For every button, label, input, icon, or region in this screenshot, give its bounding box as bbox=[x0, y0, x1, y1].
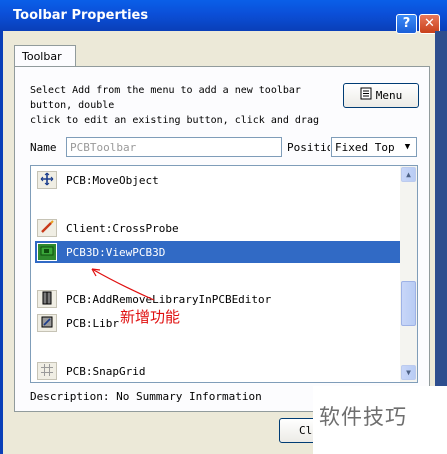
name-input[interactable]: PCBToolbar bbox=[66, 137, 282, 157]
list-item-label: PCB:AddRemoveLibraryInPCBEditor bbox=[66, 293, 272, 306]
menu-button[interactable]: Menu bbox=[343, 83, 419, 108]
library-book-icon bbox=[37, 290, 57, 308]
name-label: Name bbox=[30, 141, 57, 154]
list-item-selected[interactable]: PCB3D:ViewPCB3D bbox=[35, 241, 401, 263]
list-item-label: PCB:Libr bbox=[66, 317, 119, 330]
instructions-text: Select Add from the menu to add a new to… bbox=[30, 83, 330, 128]
list-item[interactable]: PCB:AddRemoveLibraryInPCBEditor bbox=[35, 288, 401, 310]
instructions-line-2: button, double bbox=[30, 100, 115, 111]
chevron-down-icon[interactable]: ▼ bbox=[400, 139, 415, 155]
list-item[interactable]: PCB:SnapGrid bbox=[35, 360, 401, 382]
instructions-line-3: click to edit an existing button, click … bbox=[30, 115, 319, 126]
move-cross-icon bbox=[37, 171, 57, 189]
library-tool-icon bbox=[37, 314, 57, 332]
list-item[interactable]: Client:CrossProbe bbox=[35, 217, 401, 239]
description-text: Description: No Summary Information bbox=[30, 390, 262, 403]
position-select[interactable]: Fixed Top ▼ bbox=[331, 137, 417, 157]
list-item-label: PCB3D:ViewPCB3D bbox=[66, 246, 166, 259]
list-item[interactable]: PCB:MoveObject bbox=[35, 169, 401, 191]
menu-button-label: Menu bbox=[375, 89, 403, 102]
toolbar-items-list[interactable]: PCB:MoveObject Client:CrossProbe PCB3D:V… bbox=[30, 165, 418, 383]
annotation-text: 新增功能 bbox=[120, 308, 181, 326]
title-bar[interactable]: Toolbar Properties ? ✕ bbox=[0, 0, 447, 34]
help-button[interactable]: ? bbox=[396, 14, 417, 34]
list-item-label: PCB:SnapGrid bbox=[66, 365, 146, 378]
list-scrollbar[interactable]: ▲ ▼ bbox=[400, 166, 417, 382]
window-title: Toolbar Properties bbox=[13, 8, 149, 23]
grid-icon bbox=[37, 362, 57, 380]
scroll-thumb[interactable] bbox=[401, 281, 416, 326]
watermark-text: 软件技巧 bbox=[313, 386, 447, 454]
list-item-label: Client:CrossProbe bbox=[66, 222, 179, 235]
menu-icon bbox=[360, 85, 372, 108]
window-border-left bbox=[0, 31, 3, 454]
crossprobe-pen-icon bbox=[37, 219, 57, 237]
scroll-up-icon[interactable]: ▲ bbox=[401, 167, 416, 182]
instructions-line-1: Select Add from the menu to add a new to… bbox=[30, 85, 301, 96]
list-item-label: PCB:MoveObject bbox=[66, 174, 159, 187]
pcb3d-view-icon bbox=[37, 243, 57, 261]
tab-toolbar[interactable]: Toolbar bbox=[14, 45, 76, 67]
scroll-down-icon[interactable]: ▼ bbox=[401, 365, 416, 380]
list-item[interactable]: PCB:Libr bbox=[35, 312, 401, 334]
position-label: Position bbox=[287, 141, 330, 154]
position-select-value: Fixed Top bbox=[335, 141, 395, 154]
